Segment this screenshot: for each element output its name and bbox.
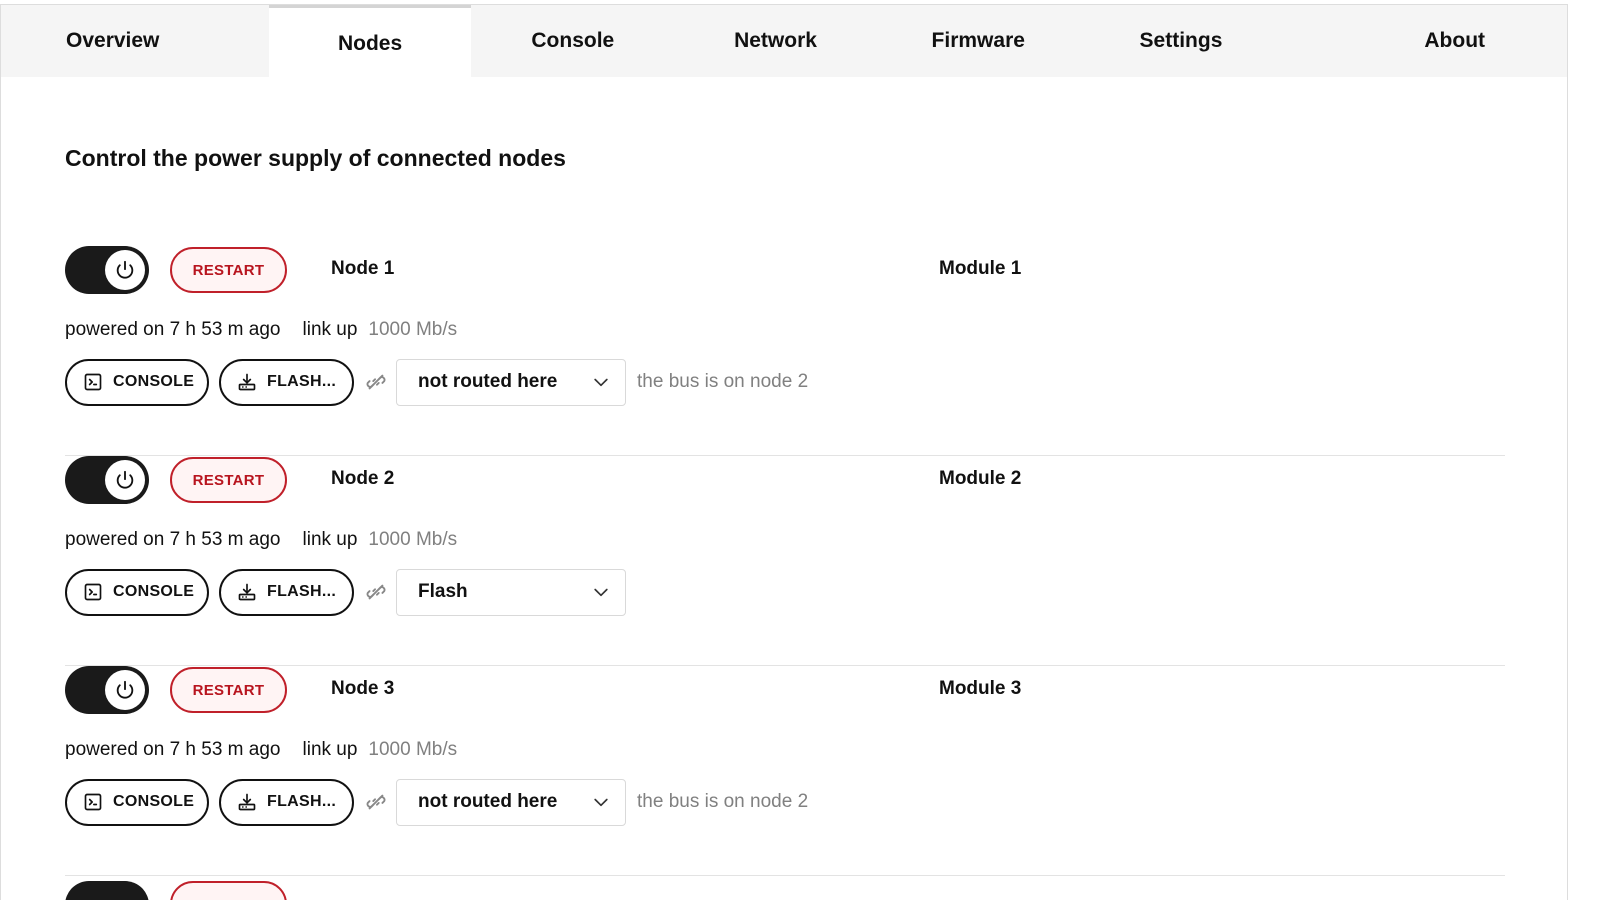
flash-label: FLASH... bbox=[267, 373, 337, 390]
power-icon bbox=[116, 260, 134, 279]
terminal-icon bbox=[83, 792, 103, 812]
download-icon bbox=[237, 792, 257, 812]
powered-on-text: powered on 7 h 53 m ago bbox=[65, 739, 281, 760]
console-button[interactable]: CONSOLE bbox=[65, 358, 209, 406]
download-icon bbox=[237, 372, 257, 392]
app-frame: Overview Nodes Console Network Firmware … bbox=[0, 4, 1568, 900]
restart-button[interactable]: RESTART bbox=[170, 667, 287, 713]
chevron-down-icon bbox=[594, 588, 608, 597]
node-actions: CONSOLE FLASH... not routed here the bus… bbox=[65, 358, 808, 406]
tab-network[interactable]: Network bbox=[674, 5, 877, 77]
module-name: Module 1 bbox=[939, 258, 1022, 279]
node-actions: CONSOLE FLASH... Flash bbox=[65, 568, 637, 616]
route-select[interactable]: not routed here bbox=[396, 358, 626, 406]
link-speed: 1000 Mb/s bbox=[368, 739, 458, 760]
node-actions: CONSOLE FLASH... not routed here the bus… bbox=[65, 778, 808, 826]
chevron-down-icon bbox=[594, 798, 608, 807]
tab-about[interactable]: About bbox=[1282, 5, 1567, 77]
module-name: Module 3 bbox=[939, 678, 1022, 699]
route-select-value: not routed here bbox=[418, 791, 558, 812]
tab-settings[interactable]: Settings bbox=[1080, 5, 1283, 77]
power-icon bbox=[116, 680, 134, 699]
tab-bar: Overview Nodes Console Network Firmware … bbox=[1, 5, 1567, 77]
node-name: Node 1 bbox=[331, 258, 395, 279]
node-row-partial bbox=[65, 881, 365, 900]
link-status: link up bbox=[302, 739, 358, 760]
node-name: Node 2 bbox=[331, 468, 395, 489]
link-speed: 1000 Mb/s bbox=[368, 529, 458, 550]
power-toggle[interactable] bbox=[65, 246, 149, 294]
route-select[interactable]: not routed here bbox=[396, 778, 626, 826]
node-row: RESTART Node 2 Module 2 powered on 7 h 5… bbox=[65, 456, 1505, 666]
link-broken-icon bbox=[364, 580, 388, 604]
toggle-knob bbox=[105, 250, 145, 290]
flash-label: FLASH... bbox=[267, 583, 337, 600]
chevron-down-icon bbox=[594, 378, 608, 387]
restart-button[interactable]: RESTART bbox=[170, 457, 287, 503]
powered-on-text: powered on 7 h 53 m ago bbox=[65, 529, 281, 550]
terminal-icon bbox=[83, 582, 103, 602]
console-label: CONSOLE bbox=[113, 793, 195, 810]
restart-button[interactable]: RESTART bbox=[170, 247, 287, 293]
link-speed: 1000 Mb/s bbox=[368, 319, 458, 340]
console-button[interactable]: CONSOLE bbox=[65, 778, 209, 826]
node-name: Node 3 bbox=[331, 678, 395, 699]
flash-label: FLASH... bbox=[267, 793, 337, 810]
node-row: RESTART Node 1 Module 1 powered on 7 h 5… bbox=[65, 246, 1505, 456]
link-broken-icon bbox=[364, 790, 388, 814]
route-select[interactable]: Flash bbox=[396, 568, 626, 616]
page-title: Control the power supply of connected no… bbox=[65, 145, 566, 171]
tab-overview[interactable]: Overview bbox=[1, 5, 269, 77]
power-toggle[interactable] bbox=[65, 881, 149, 900]
node-status: powered on 7 h 53 m ago link up 1000 Mb/… bbox=[65, 739, 457, 761]
toggle-knob bbox=[105, 460, 145, 500]
tab-console[interactable]: Console bbox=[471, 5, 674, 77]
download-icon bbox=[237, 582, 257, 602]
link-status: link up bbox=[302, 529, 358, 550]
bus-hint: the bus is on node 2 bbox=[637, 371, 809, 392]
node-row: RESTART Node 3 Module 3 powered on 7 h 5… bbox=[65, 666, 1505, 876]
route-select-value: Flash bbox=[418, 581, 468, 602]
power-icon bbox=[116, 470, 134, 489]
tab-nodes[interactable]: Nodes bbox=[268, 5, 472, 77]
power-toggle[interactable] bbox=[65, 666, 149, 714]
link-broken-icon bbox=[364, 370, 388, 394]
power-toggle[interactable] bbox=[65, 456, 149, 504]
terminal-icon bbox=[83, 372, 103, 392]
tab-firmware[interactable]: Firmware bbox=[877, 5, 1080, 77]
restart-button[interactable] bbox=[170, 881, 287, 900]
console-label: CONSOLE bbox=[113, 583, 195, 600]
module-name: Module 2 bbox=[939, 468, 1022, 489]
powered-on-text: powered on 7 h 53 m ago bbox=[65, 319, 281, 340]
console-label: CONSOLE bbox=[113, 373, 195, 390]
link-status: link up bbox=[302, 319, 358, 340]
route-select-value: not routed here bbox=[418, 371, 558, 392]
node-status: powered on 7 h 53 m ago link up 1000 Mb/… bbox=[65, 529, 457, 551]
toggle-knob bbox=[105, 670, 145, 710]
flash-button[interactable]: FLASH... bbox=[219, 568, 354, 616]
flash-button[interactable]: FLASH... bbox=[219, 358, 354, 406]
flash-button[interactable]: FLASH... bbox=[219, 778, 354, 826]
node-status: powered on 7 h 53 m ago link up 1000 Mb/… bbox=[65, 319, 457, 341]
console-button[interactable]: CONSOLE bbox=[65, 568, 209, 616]
bus-hint: the bus is on node 2 bbox=[637, 791, 809, 812]
